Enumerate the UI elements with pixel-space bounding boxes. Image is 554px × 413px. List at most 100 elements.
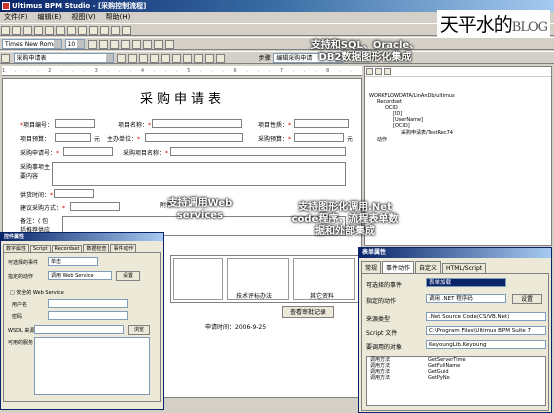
menu-edit[interactable]: 编辑(E) xyxy=(38,13,62,21)
preview-icon[interactable] xyxy=(100,26,109,35)
image-icon[interactable] xyxy=(183,54,193,63)
align-center-icon[interactable] xyxy=(132,40,142,49)
align-right-icon[interactable] xyxy=(143,40,153,49)
big-setup-button[interactable]: 设置 xyxy=(512,294,542,304)
apply-time-label: 申请时间： xyxy=(205,324,236,331)
cut-icon[interactable] xyxy=(34,26,43,35)
wsdl-field[interactable] xyxy=(34,325,124,334)
methods-list[interactable]: 调用方法 GetServerTime 调用方法 GetFullName 调用方法 Ge… xyxy=(366,356,546,406)
align-icon[interactable] xyxy=(122,26,131,35)
object-select[interactable]: KeyoungLib.Keyoung xyxy=(426,340,546,349)
new-icon[interactable] xyxy=(1,26,10,35)
big-event-select[interactable]: 表单加载 xyxy=(426,278,506,287)
item-no-field[interactable] xyxy=(55,119,95,128)
color-icon[interactable] xyxy=(154,40,164,49)
item-nature-field[interactable] xyxy=(294,119,349,128)
source-type-label: 来源类型 xyxy=(366,316,391,323)
italic-icon[interactable] xyxy=(99,40,109,49)
browse-button[interactable]: 浏览 xyxy=(128,325,150,335)
underline-icon[interactable] xyxy=(110,40,120,49)
border-icon[interactable] xyxy=(165,40,175,49)
view-approval-button[interactable]: 查看审批记录 xyxy=(282,306,334,318)
textbox-icon[interactable] xyxy=(117,54,127,63)
big-action-label: 指定的动作 xyxy=(366,298,397,305)
tab-script[interactable]: Script xyxy=(30,245,51,252)
attachment-cell[interactable]: 其它资料 xyxy=(293,258,355,300)
form-select[interactable]: 采购申请表 xyxy=(13,53,114,63)
content-field[interactable] xyxy=(52,162,346,186)
attachment-cell[interactable]: 技术评标办法 xyxy=(227,258,289,300)
req-no-field[interactable] xyxy=(63,147,113,156)
tab-custom[interactable]: 自定义 xyxy=(415,261,442,273)
button-icon[interactable] xyxy=(161,54,171,63)
font-name-select[interactable]: Times New Roman xyxy=(2,39,62,49)
list-item[interactable]: 调用方法 GetPyNo xyxy=(367,375,545,381)
db-icon[interactable] xyxy=(375,68,382,75)
paste-icon[interactable] xyxy=(56,26,65,35)
copy-icon[interactable] xyxy=(45,26,54,35)
annotation-db: 支持和SQL、Oracle、DB2数据图形化集成 xyxy=(310,40,420,63)
undo-icon[interactable] xyxy=(67,26,76,35)
supply-time-field[interactable] xyxy=(54,189,94,198)
script-file-field[interactable]: C:\Program Files\Ultimus BPM Suite 7 xyxy=(426,326,546,335)
action-select[interactable]: 调用 Web Service xyxy=(48,271,112,280)
tab-events[interactable]: 事件动作 xyxy=(110,244,137,252)
chart-icon[interactable] xyxy=(216,54,226,63)
form-icon[interactable] xyxy=(1,54,10,63)
menu-view[interactable]: 视图(V) xyxy=(71,13,95,21)
dept-field[interactable] xyxy=(145,133,243,142)
source-type-select[interactable]: .Net Source Code(CS/VB.Net) xyxy=(426,312,546,321)
font-size-select[interactable]: 10 xyxy=(64,39,85,49)
bold-icon[interactable] xyxy=(88,40,98,49)
username-field[interactable] xyxy=(48,299,128,308)
big-event-label: 可选择的事件 xyxy=(366,282,403,289)
item-name-field[interactable] xyxy=(152,119,242,128)
toolbar-format: Times New Roman 10 xyxy=(0,37,554,50)
ruler: 1 . . . 2 . . . 3 . . . 4 . . . 5 . . . … xyxy=(2,66,362,76)
save-icon[interactable] xyxy=(23,26,32,35)
big-action-select[interactable]: 调用 .NET 程序码 xyxy=(426,294,506,303)
redo-icon[interactable] xyxy=(78,26,87,35)
event-label: 可选择的事件 xyxy=(8,260,39,266)
print-icon[interactable] xyxy=(89,26,98,35)
secure-ws-checkbox[interactable]: □ 安全的 Web Service xyxy=(10,289,64,296)
password-field[interactable] xyxy=(48,311,128,320)
tab-general[interactable]: 常规 xyxy=(361,261,382,273)
menu-help[interactable]: 帮助(H) xyxy=(106,13,131,21)
big-dialog-tabs: 常规 事件动作 自定义 HTML/Script xyxy=(361,261,549,273)
method-select[interactable] xyxy=(70,202,120,211)
table-icon[interactable] xyxy=(172,54,182,63)
attachment-cell[interactable] xyxy=(173,258,223,300)
setup-button[interactable]: 设置 xyxy=(116,271,140,281)
tab-event-actions[interactable]: 事件动作 xyxy=(382,261,415,273)
tab-html-script[interactable]: HTML/Script xyxy=(442,263,487,273)
grid-control-icon[interactable] xyxy=(194,54,204,63)
tab-recordset[interactable]: Recordset xyxy=(51,245,83,252)
tree-node-actions[interactable]: 动作 xyxy=(377,136,551,143)
label-budget: 项目预算： xyxy=(20,136,51,143)
purchase-budget-field[interactable] xyxy=(294,133,344,142)
label-item-nature: 项目性质： xyxy=(258,122,289,129)
label-icon[interactable] xyxy=(128,54,138,63)
services-list[interactable] xyxy=(34,337,150,395)
username-label: 用户名 xyxy=(12,302,28,308)
align-left-icon[interactable] xyxy=(121,40,131,49)
label-dept: 主办单位： xyxy=(107,136,138,143)
open-icon[interactable] xyxy=(12,26,21,35)
big-dialog-body: 可选择的事件 表单加载 指定的动作 调用 .NET 程序码 设置 来源类型 .N… xyxy=(361,273,549,411)
refresh-icon[interactable] xyxy=(366,68,373,75)
menu-file[interactable]: 文件(F) xyxy=(4,13,28,21)
budget-field[interactable] xyxy=(55,133,91,142)
tree-node-form[interactable]: 采购申请表/TestRec74 xyxy=(401,129,551,136)
link-icon[interactable] xyxy=(384,68,391,75)
event-select[interactable]: 单击 xyxy=(48,257,98,266)
checkbox-icon[interactable] xyxy=(139,54,149,63)
toolbar-form: 采购申请表 步骤 编辑采购申请 xyxy=(0,51,554,64)
attachment-icon[interactable] xyxy=(205,54,215,63)
radio-icon[interactable] xyxy=(150,54,160,63)
small-dialog-tabs: 数字属性 Script Recordset 数据检查 事件动作 xyxy=(3,243,161,252)
tab-number[interactable]: 数字属性 xyxy=(3,244,30,252)
grid-icon[interactable] xyxy=(111,26,120,35)
req-name-field[interactable] xyxy=(170,147,346,156)
tab-check[interactable]: 数据检查 xyxy=(83,244,110,252)
